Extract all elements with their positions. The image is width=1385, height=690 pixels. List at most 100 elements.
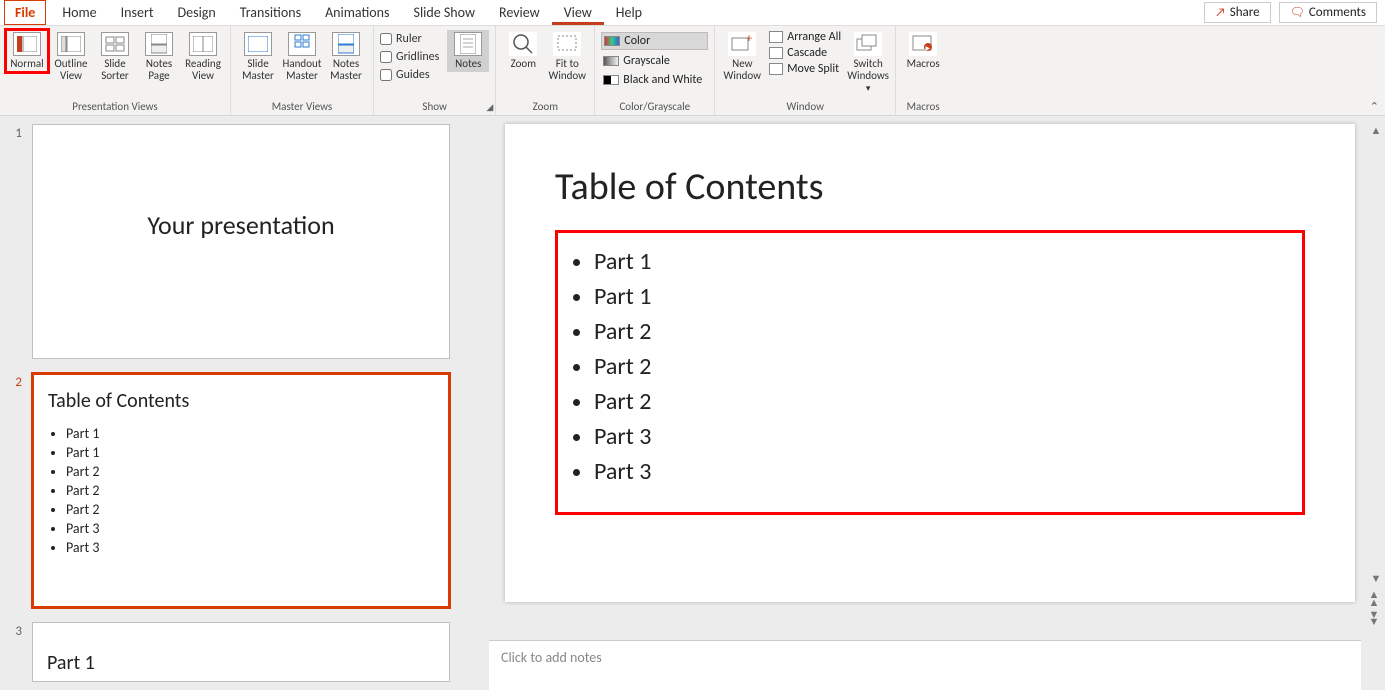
zoom-button[interactable]: Zoom [502, 30, 544, 72]
group-zoom: Zoom Fit to Window Zoom [496, 26, 595, 115]
move-split-button[interactable]: Move Split [765, 62, 845, 76]
group-label: Color/Grayscale [595, 100, 714, 113]
svg-text:+: + [746, 34, 752, 46]
comments-button[interactable]: 🗨Comments [1279, 2, 1377, 23]
collapse-ribbon-button[interactable]: ⌃ [1370, 100, 1379, 113]
gridlines-checkbox[interactable]: Gridlines [380, 50, 439, 64]
group-label: Master Views [231, 100, 373, 113]
move-split-icon [769, 63, 783, 75]
tab-insert[interactable]: Insert [109, 0, 166, 25]
notes-page-button[interactable]: Notes Page [138, 30, 180, 84]
slide-thumbnail-2[interactable]: Table of Contents Part 1 Part 1 Part 2 P… [32, 373, 450, 608]
slide2-title: Table of Contents [48, 389, 434, 413]
next-slide-button[interactable]: ▼▼ [1369, 611, 1384, 626]
ribbon-tabs: File Home Insert Design Transitions Anim… [0, 0, 1385, 26]
slide-master-icon [244, 32, 272, 56]
tab-help[interactable]: Help [604, 0, 654, 25]
arrange-all-button[interactable]: Arrange All [765, 30, 845, 44]
list-item: Part 2 [66, 463, 434, 480]
list-item: Part 2 [66, 501, 434, 518]
guides-checkbox[interactable]: Guides [380, 68, 439, 82]
tab-transitions[interactable]: Transitions [228, 0, 313, 25]
list-item: Part 1 [66, 425, 434, 442]
content-placeholder[interactable]: Part 1 Part 1 Part 2 Part 2 Part 2 Part … [555, 230, 1305, 515]
fit-to-window-button[interactable]: Fit to Window [546, 30, 588, 84]
fit-icon [553, 32, 581, 56]
group-presentation-views: Normal Outline View Slide Sorter Notes P… [0, 26, 231, 115]
share-icon: ↗ [1215, 6, 1226, 20]
list-item: Part 3 [66, 520, 434, 537]
notes-pane[interactable]: Click to add notes [489, 640, 1361, 690]
slide-thumbnails-panel[interactable]: 1 Your presentation 2 Table of Contents … [0, 116, 475, 690]
tab-review[interactable]: Review [487, 0, 552, 25]
tab-design[interactable]: Design [166, 0, 228, 25]
handout-master-button[interactable]: Handout Master [281, 30, 323, 84]
slide-thumbnail-3[interactable]: Part 1 [32, 622, 450, 682]
new-window-button[interactable]: +New Window [721, 30, 763, 84]
slide-thumbnail-1[interactable]: Your presentation [32, 124, 450, 359]
group-master-views: Slide Master Handout Master Notes Master… [231, 26, 374, 115]
new-window-icon: + [728, 32, 756, 56]
slide-title[interactable]: Table of Contents [555, 164, 1305, 210]
cascade-button[interactable]: Cascade [765, 46, 845, 60]
list-item[interactable]: Part 2 [594, 387, 1288, 416]
color-button[interactable]: Color [601, 32, 708, 50]
list-item[interactable]: Part 1 [594, 247, 1288, 276]
notes-master-icon [332, 32, 360, 56]
slide-scrollbar[interactable]: ▲ ▼ ▲▲ ▼▼ [1367, 122, 1385, 626]
notes-icon [454, 32, 482, 56]
list-item[interactable]: Part 3 [594, 457, 1288, 486]
handout-master-icon [288, 32, 316, 56]
outline-view-button[interactable]: Outline View [50, 30, 92, 84]
ribbon: Normal Outline View Slide Sorter Notes P… [0, 26, 1385, 116]
tab-home[interactable]: Home [50, 0, 108, 25]
ruler-checkbox[interactable]: Ruler [380, 32, 439, 46]
slide-master-button[interactable]: Slide Master [237, 30, 279, 84]
current-slide[interactable]: Table of Contents Part 1 Part 1 Part 2 P… [505, 124, 1355, 602]
reading-icon [189, 32, 217, 56]
list-item: Part 2 [66, 482, 434, 499]
svg-text:▶: ▶ [926, 44, 931, 52]
slide2-bullets: Part 1 Part 1 Part 2 Part 2 Part 2 Part … [48, 425, 434, 556]
normal-view-button[interactable]: Normal [6, 30, 48, 72]
scroll-down-icon[interactable]: ▼ [1369, 570, 1384, 587]
group-color-grayscale: Color Grayscale Black and White Color/Gr… [595, 26, 715, 115]
show-dialog-launcher[interactable]: ◢ [486, 102, 493, 113]
thumb-number: 1 [8, 124, 22, 359]
switch-windows-icon [854, 32, 882, 56]
list-item: Part 3 [66, 539, 434, 556]
tab-slideshow[interactable]: Slide Show [402, 0, 487, 25]
chevron-down-icon: ▾ [866, 84, 871, 94]
notes-master-button[interactable]: Notes Master [325, 30, 367, 84]
macros-button[interactable]: ▶Macros [902, 30, 944, 72]
list-item[interactable]: Part 2 [594, 317, 1288, 346]
slide-canvas[interactable]: Table of Contents Part 1 Part 1 Part 2 P… [475, 116, 1385, 632]
list-item[interactable]: Part 3 [594, 422, 1288, 451]
tab-view[interactable]: View [552, 0, 604, 25]
slide-editor-area: Table of Contents Part 1 Part 1 Part 2 P… [475, 116, 1385, 690]
notes-placeholder: Click to add notes [501, 649, 602, 666]
group-show: Ruler Gridlines Guides Notes Show ◢ [374, 26, 496, 115]
black-white-button[interactable]: Black and White [601, 72, 708, 88]
prev-slide-button[interactable]: ▲▲ [1369, 591, 1384, 606]
scroll-up-icon[interactable]: ▲ [1369, 122, 1384, 139]
list-item[interactable]: Part 2 [594, 352, 1288, 381]
grayscale-button[interactable]: Grayscale [601, 53, 708, 69]
notes-button[interactable]: Notes [447, 30, 489, 72]
thumb-number: 3 [8, 622, 22, 682]
share-button[interactable]: ↗Share [1204, 2, 1270, 23]
color-swatch-icon [604, 36, 620, 46]
bw-swatch-icon [603, 75, 619, 85]
switch-windows-button[interactable]: Switch Windows▾ [847, 30, 889, 96]
group-macros: ▶Macros Macros [896, 26, 950, 115]
reading-view-button[interactable]: Reading View [182, 30, 224, 84]
grayscale-swatch-icon [603, 56, 619, 66]
main-area: 1 Your presentation 2 Table of Contents … [0, 116, 1385, 690]
list-item[interactable]: Part 1 [594, 282, 1288, 311]
slide-sorter-button[interactable]: Slide Sorter [94, 30, 136, 84]
slide1-title: Your presentation [47, 209, 435, 241]
tab-animations[interactable]: Animations [313, 0, 401, 25]
thumb-number: 2 [8, 373, 22, 608]
notes-page-icon [145, 32, 173, 56]
tab-file[interactable]: File [4, 0, 46, 25]
